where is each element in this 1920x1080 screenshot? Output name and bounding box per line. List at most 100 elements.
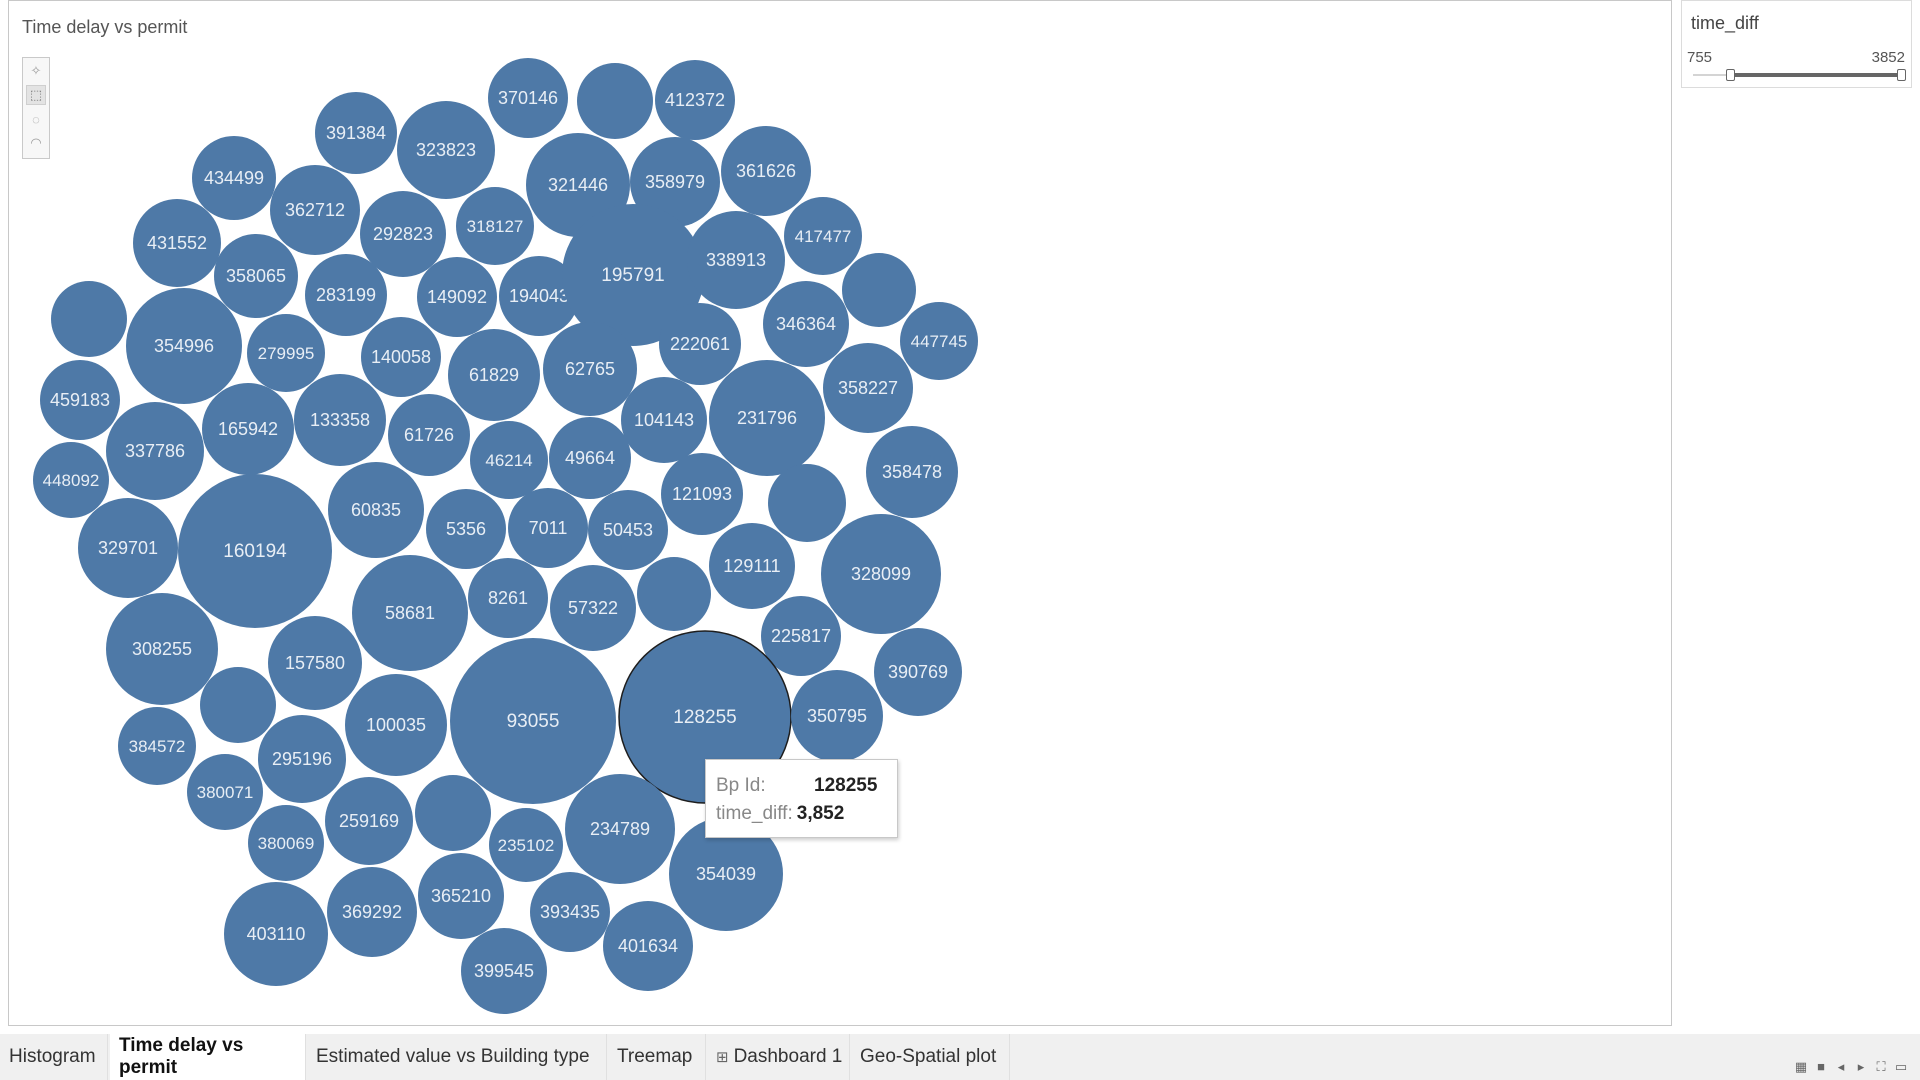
bubble-label: 235102 [498,836,555,855]
tooltip-bp-id-label: Bp Id: [716,775,766,796]
sheet-tab-bar: Histogram Time delay vs permit Estimated… [0,1034,1920,1080]
slider-range-fill [1731,73,1901,77]
bubble-label: 8261 [488,588,528,608]
presentation-icon[interactable]: ▭ [1894,1059,1908,1075]
bubble-label: 295196 [272,749,332,769]
next-sheet-icon[interactable]: ▸ [1854,1059,1868,1075]
tab-label: Treemap [617,1046,693,1067]
tab-label: Time delay vs permit [119,1035,244,1078]
bubble-label: 369292 [342,902,402,922]
filter-title: time_diff [1691,13,1759,33]
bubble-label: 195791 [601,265,664,286]
packed-bubble-chart[interactable]: 370146 412372 391384 323823 321446 358979 3616… [0,0,1672,1030]
tab-label: Dashboard 1 [733,1046,843,1067]
bubble-label: 165942 [218,419,278,439]
bubble-label: 370146 [498,88,558,108]
lasso-select-tool-icon[interactable]: ◠ [26,133,46,153]
pin-tool-icon[interactable]: ✧ [26,61,46,81]
tooltip-time-diff-value: 3,852 [796,803,845,824]
filter-max-value: 3852 [1871,49,1905,66]
tab-histogram[interactable]: Histogram [0,1034,108,1080]
bubble-label: 412372 [665,90,725,110]
bubble-label: 129111 [723,556,780,576]
selection-toolbar: ✧ ⬚ ◌ ◠ [22,57,50,159]
bubble-label: 448092 [43,471,100,490]
prev-sheet-icon[interactable]: ◂ [1834,1059,1848,1075]
time-diff-filter: time_diff 755 3852 [1681,0,1912,88]
bubble-label: 133358 [310,410,370,430]
tooltip-bp-id-value: 128255 [814,775,878,796]
bubble-label: 279995 [258,344,315,363]
bubble-label: 393435 [540,902,600,922]
bubble-label: 194043 [509,286,569,306]
bubble-label: 390769 [888,662,948,682]
bubble-label: 329701 [98,538,158,558]
bubble[interactable] [200,667,276,743]
bubble-label: 391384 [326,123,386,143]
bubble-label: 222061 [670,334,730,354]
bubble-label: 417477 [795,227,852,246]
bubble-label: 358065 [226,266,286,286]
bubble-label: 365210 [431,886,491,906]
bubble[interactable] [415,775,491,851]
tab-dashboard-1[interactable]: ⊞ Dashboard 1 [707,1034,850,1080]
bubble-label: 358979 [645,172,705,192]
tab-estimated-value-vs-building-type[interactable]: Estimated value vs Building type [307,1034,607,1080]
radial-select-tool-icon[interactable]: ◌ [26,109,46,129]
bubble-label: 321446 [548,175,608,195]
bubble-label: 5356 [446,519,486,539]
bubble-label: 308255 [132,639,192,659]
dashboard-grid-icon: ⊞ [716,1049,729,1066]
bubble-label: 354039 [696,864,756,884]
show-sheets-icon[interactable]: ■ [1814,1059,1828,1075]
bubble-label: 358478 [882,462,942,482]
bubble-label: 337786 [125,441,185,461]
tooltip: Bp Id: 128255 time_diff: 3,852 [705,759,898,838]
bubble[interactable] [842,253,916,327]
bubble-label: 50453 [603,520,653,540]
slider-min-handle[interactable] [1726,69,1735,81]
tab-label: Geo-Spatial plot [860,1046,997,1067]
bubble-label: 140058 [371,347,431,367]
bubble-label: 160194 [223,541,287,562]
bubble-label: 338913 [706,250,766,270]
bubble-label: 346364 [776,314,836,334]
bubble-label: 447745 [911,332,968,351]
bubble-label: 384572 [129,737,186,756]
bubble-label: 121093 [672,484,732,504]
bubble[interactable] [51,281,127,357]
bubble-label: 104143 [634,410,694,430]
rect-select-tool-icon[interactable]: ⬚ [26,85,46,105]
bubble-label: 62765 [565,359,615,379]
tooltip-time-diff-label: time_diff: [716,803,793,824]
fullscreen-icon[interactable]: ⛶ [1874,1059,1888,1075]
bubble-label: 361626 [736,161,796,181]
bubble-label: 318127 [467,217,524,236]
bubble[interactable] [637,557,711,631]
bubble-label: 434499 [204,168,264,188]
bubble-label: 231796 [737,408,797,428]
bubble-label: 93055 [507,711,560,732]
bubble-label: 431552 [147,233,207,253]
bubble-label: 7011 [529,518,568,538]
bubble-label: 49664 [565,448,615,468]
tab-time-delay-vs-permit[interactable]: Time delay vs permit [110,1034,306,1080]
filter-min-value: 755 [1687,49,1713,66]
bubble-label: 157580 [285,653,345,673]
tab-geo-spatial-plot[interactable]: Geo-Spatial plot [851,1034,1010,1080]
bubble-label: 380069 [258,834,315,853]
slider-max-handle[interactable] [1897,69,1906,81]
bubble[interactable] [768,464,846,542]
filmstrip-view-icon[interactable]: ▦ [1794,1059,1808,1075]
tab-label: Histogram [9,1046,96,1067]
bubble-label: 61829 [469,365,519,385]
bubble-label: 61726 [404,425,454,445]
bubble-label: 350795 [807,706,867,726]
bubble-label: 128255 [673,707,736,728]
bubble-label: 100035 [366,715,426,735]
bubble-label: 362712 [285,200,345,220]
bubble[interactable] [577,63,653,139]
bubble-label: 283199 [316,285,376,305]
tab-label: Estimated value vs Building type [316,1046,590,1067]
tab-treemap[interactable]: Treemap [608,1034,706,1080]
